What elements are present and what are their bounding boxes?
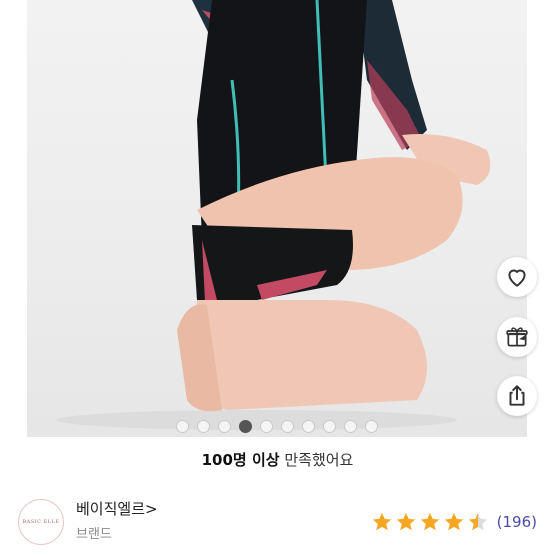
carousel-dot[interactable]: [365, 420, 378, 433]
carousel-dot[interactable]: [176, 420, 189, 433]
brand-row: BASIC ELLE 베이직엘르> 브랜드 (196): [18, 493, 537, 545]
carousel-dot[interactable]: [302, 420, 315, 433]
brand-logo-text: BASIC ELLE: [22, 519, 60, 525]
heart-icon: [508, 269, 526, 287]
brand-label: 브랜드: [76, 527, 112, 542]
carousel-dot[interactable]: [344, 420, 357, 433]
share-icon: [509, 385, 525, 406]
rating[interactable]: (196): [371, 511, 537, 533]
brand-logo[interactable]: BASIC ELLE: [18, 499, 64, 545]
share-button[interactable]: [497, 376, 537, 416]
satisfaction-summary: 100명 이상 만족했어요: [0, 449, 555, 470]
like-button[interactable]: [497, 257, 537, 297]
carousel-indicator: [176, 420, 378, 433]
chevron-right-icon: >: [145, 500, 158, 518]
star-icon: [468, 512, 487, 531]
carousel-dot[interactable]: [197, 420, 210, 433]
review-count: (196): [496, 513, 537, 531]
product-detail-page: 100명 이상 만족했어요 BASIC ELLE 베이직엘르> 브랜드 (196…: [0, 0, 555, 555]
carousel-dot[interactable]: [323, 420, 336, 433]
carousel-dot[interactable]: [218, 420, 231, 433]
brand-name-link[interactable]: 베이직엘르>: [76, 498, 158, 519]
product-image[interactable]: [27, 0, 527, 437]
star-icon: [396, 512, 415, 531]
gift-icon: [506, 327, 528, 347]
satisfaction-text: 만족했어요: [284, 451, 354, 469]
star-icon: [372, 512, 391, 531]
star-icon: [420, 512, 439, 531]
star-rating: [371, 511, 489, 533]
satisfaction-count: 100명 이상: [201, 451, 280, 469]
star-icon: [444, 512, 463, 531]
carousel-dot[interactable]: [260, 420, 273, 433]
carousel-dot[interactable]: [239, 420, 252, 433]
carousel-dot[interactable]: [281, 420, 294, 433]
gift-button[interactable]: [497, 317, 537, 357]
product-photo-illustration: [57, 0, 491, 430]
brand-name: 베이직엘르: [76, 500, 146, 518]
